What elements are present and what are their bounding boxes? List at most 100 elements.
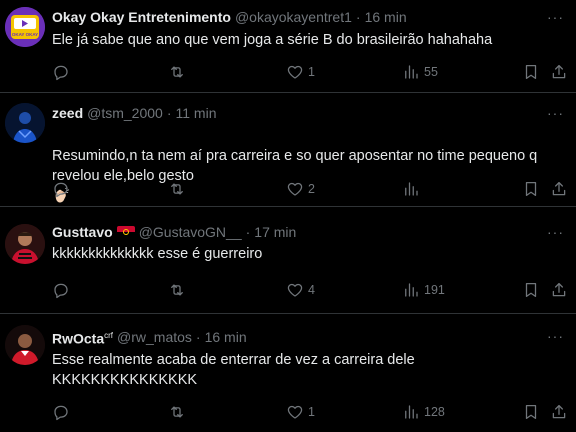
- timestamp[interactable]: 17 min: [254, 223, 296, 241]
- share-button[interactable]: [550, 180, 568, 198]
- reply-button[interactable]: [52, 281, 70, 299]
- views-icon: [402, 180, 420, 198]
- like-count: 1: [308, 405, 315, 419]
- share-button[interactable]: [550, 281, 568, 299]
- retweet-icon: [168, 180, 186, 198]
- user-handle[interactable]: @rw_matos: [117, 328, 192, 346]
- tweet-text: kkkkkkkkkkkkkk esse é guerreiro: [52, 246, 263, 262]
- view-count: 55: [424, 65, 438, 79]
- reply-button[interactable]: [52, 180, 70, 198]
- reply-button[interactable]: [52, 63, 70, 81]
- bookmark-button[interactable]: [522, 63, 540, 81]
- timestamp[interactable]: 16 min: [365, 8, 407, 26]
- views-button[interactable]: 55: [402, 63, 438, 81]
- avatar-image: [5, 224, 45, 264]
- display-name[interactable]: RwOctacrf: [52, 327, 113, 348]
- retweet-icon: [168, 403, 186, 421]
- bookmark-icon: [522, 403, 540, 421]
- share-button[interactable]: [550, 403, 568, 421]
- reply-icon: [52, 281, 70, 299]
- avatar[interactable]: OKAY OKAY: [5, 7, 45, 47]
- view-count: 128: [424, 405, 445, 419]
- retweet-icon: [168, 63, 186, 81]
- display-name-text: RwOcta: [52, 330, 105, 347]
- avatar[interactable]: [5, 325, 45, 365]
- separator-dot: ·: [355, 9, 361, 25]
- timestamp[interactable]: 16 min: [205, 328, 247, 346]
- bookmark-button[interactable]: [522, 281, 540, 299]
- action-bar: 1 128: [52, 402, 570, 422]
- reply-feed: OKAY OKAY Okay Okay Entretenimento @okay…: [0, 0, 576, 432]
- views-button[interactable]: 128: [402, 403, 445, 421]
- more-options-icon[interactable]: ···: [547, 104, 564, 122]
- like-count: 1: [308, 65, 315, 79]
- more-options-icon[interactable]: ···: [547, 8, 564, 26]
- like-icon: [286, 403, 304, 421]
- tweet[interactable]: RwOctacrf @rw_matos · 16 min ··· Esse re…: [0, 314, 576, 432]
- avatar[interactable]: [5, 103, 45, 143]
- like-button[interactable]: 1: [286, 63, 315, 81]
- name-superscript: crf: [104, 331, 114, 340]
- views-button[interactable]: [402, 180, 424, 198]
- tweet-header: RwOctacrf @rw_matos · 16 min: [52, 327, 247, 348]
- like-count: 2: [308, 182, 315, 196]
- tweet-text: Ele já sabe que ano que vem joga a série…: [52, 32, 493, 48]
- views-icon: [402, 63, 420, 81]
- more-options-icon[interactable]: ···: [547, 223, 564, 241]
- avatar[interactable]: [5, 224, 45, 264]
- bookmark-button[interactable]: [522, 403, 540, 421]
- bookmark-icon: [522, 281, 540, 299]
- svg-text:OKAY OKAY: OKAY OKAY: [12, 32, 38, 37]
- tweet-text: Esse realmente acaba de enterrar de vez …: [52, 352, 415, 388]
- angola-flag-icon: [116, 226, 135, 238]
- retweet-button[interactable]: [168, 63, 186, 81]
- action-bar: 4 191: [52, 280, 570, 300]
- separator-dot: ·: [195, 329, 201, 346]
- tweet-header: zeed @tsm_2000 · 11 min: [52, 104, 216, 122]
- share-button[interactable]: [550, 63, 568, 81]
- user-handle[interactable]: @okayokayentret1: [235, 8, 352, 26]
- reply-button[interactable]: [52, 403, 70, 421]
- display-name[interactable]: Gusttavo: [52, 223, 113, 241]
- user-handle[interactable]: @tsm_2000: [87, 104, 163, 122]
- views-icon: [402, 281, 420, 299]
- tweet[interactable]: zeed @tsm_2000 · 11 min ··· Resumindo,n …: [0, 93, 576, 207]
- share-icon: [550, 180, 568, 198]
- timestamp[interactable]: 11 min: [176, 104, 217, 122]
- like-count: 4: [308, 283, 315, 297]
- share-icon: [550, 63, 568, 81]
- views-button[interactable]: 191: [402, 281, 445, 299]
- display-name[interactable]: zeed: [52, 104, 83, 122]
- like-icon: [286, 180, 304, 198]
- tweet[interactable]: OKAY OKAY Okay Okay Entretenimento @okay…: [0, 0, 576, 93]
- like-button[interactable]: 4: [286, 281, 315, 299]
- views-icon: [402, 403, 420, 421]
- share-icon: [550, 403, 568, 421]
- avatar-image: [5, 103, 45, 143]
- bookmark-button[interactable]: [522, 180, 540, 198]
- separator-dot: ·: [166, 105, 172, 121]
- like-button[interactable]: 2: [286, 180, 315, 198]
- like-icon: [286, 63, 304, 81]
- action-bar: 2: [52, 179, 570, 199]
- retweet-button[interactable]: [168, 403, 186, 421]
- share-icon: [550, 281, 568, 299]
- okay-okay-logo: OKAY OKAY: [5, 7, 45, 47]
- separator-dot: ·: [245, 224, 251, 240]
- tweet-header: Okay Okay Entretenimento @okayokayentret…: [52, 8, 407, 26]
- reply-icon: [52, 403, 70, 421]
- retweet-button[interactable]: [168, 281, 186, 299]
- reply-icon: [52, 63, 70, 81]
- view-count: 191: [424, 283, 445, 297]
- like-icon: [286, 281, 304, 299]
- user-handle[interactable]: @GustavoGN__: [139, 223, 242, 241]
- like-button[interactable]: 1: [286, 403, 315, 421]
- more-options-icon[interactable]: ···: [547, 327, 564, 345]
- reply-icon: [52, 180, 70, 198]
- display-name[interactable]: Okay Okay Entretenimento: [52, 8, 231, 26]
- tweet[interactable]: Gusttavo @GustavoGN__ · 17 min ··· kkkkk…: [0, 207, 576, 314]
- action-bar: 1 55: [52, 62, 570, 82]
- tweet-header: Gusttavo @GustavoGN__ · 17 min: [52, 223, 296, 241]
- bookmark-icon: [522, 180, 540, 198]
- retweet-button[interactable]: [168, 180, 186, 198]
